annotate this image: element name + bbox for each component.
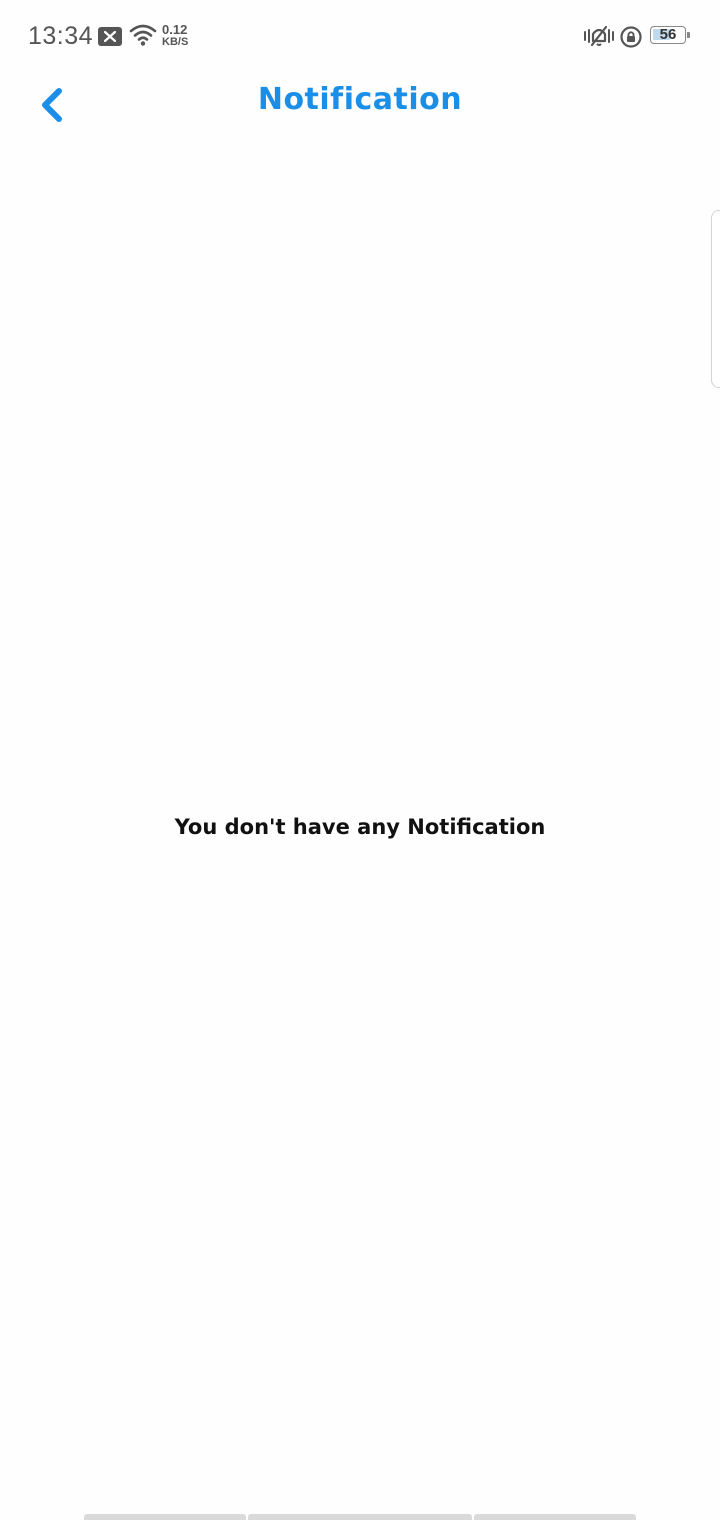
- page-title: Notification: [257, 82, 463, 117]
- status-bar: 13:34 0.12 KB/S 56: [0, 0, 720, 74]
- battery-tip: [687, 32, 690, 38]
- notification-x-icon: [98, 27, 122, 46]
- network-speed-value: 0.12: [162, 22, 188, 37]
- battery-icon: 56: [650, 26, 686, 44]
- network-speed-unit: KB/S: [162, 36, 189, 48]
- edge-panel-handle[interactable]: [711, 210, 720, 388]
- nav-bar-segment-right[interactable]: [474, 1514, 636, 1520]
- status-time: 13:34: [28, 22, 94, 50]
- rotation-lock-icon: [619, 25, 643, 53]
- nav-bar-segment-left[interactable]: [84, 1514, 246, 1520]
- network-speed: 0.12 KB/S: [162, 22, 189, 48]
- nav-bar-segment-center[interactable]: [248, 1514, 472, 1520]
- app-header: Notification: [0, 74, 720, 134]
- empty-state-message: You don't have any Notification: [174, 815, 546, 839]
- wifi-icon: [129, 24, 157, 50]
- navigation-bar: [0, 1514, 720, 1520]
- battery-percentage: 56: [659, 26, 677, 43]
- vibrate-icon: [583, 24, 615, 52]
